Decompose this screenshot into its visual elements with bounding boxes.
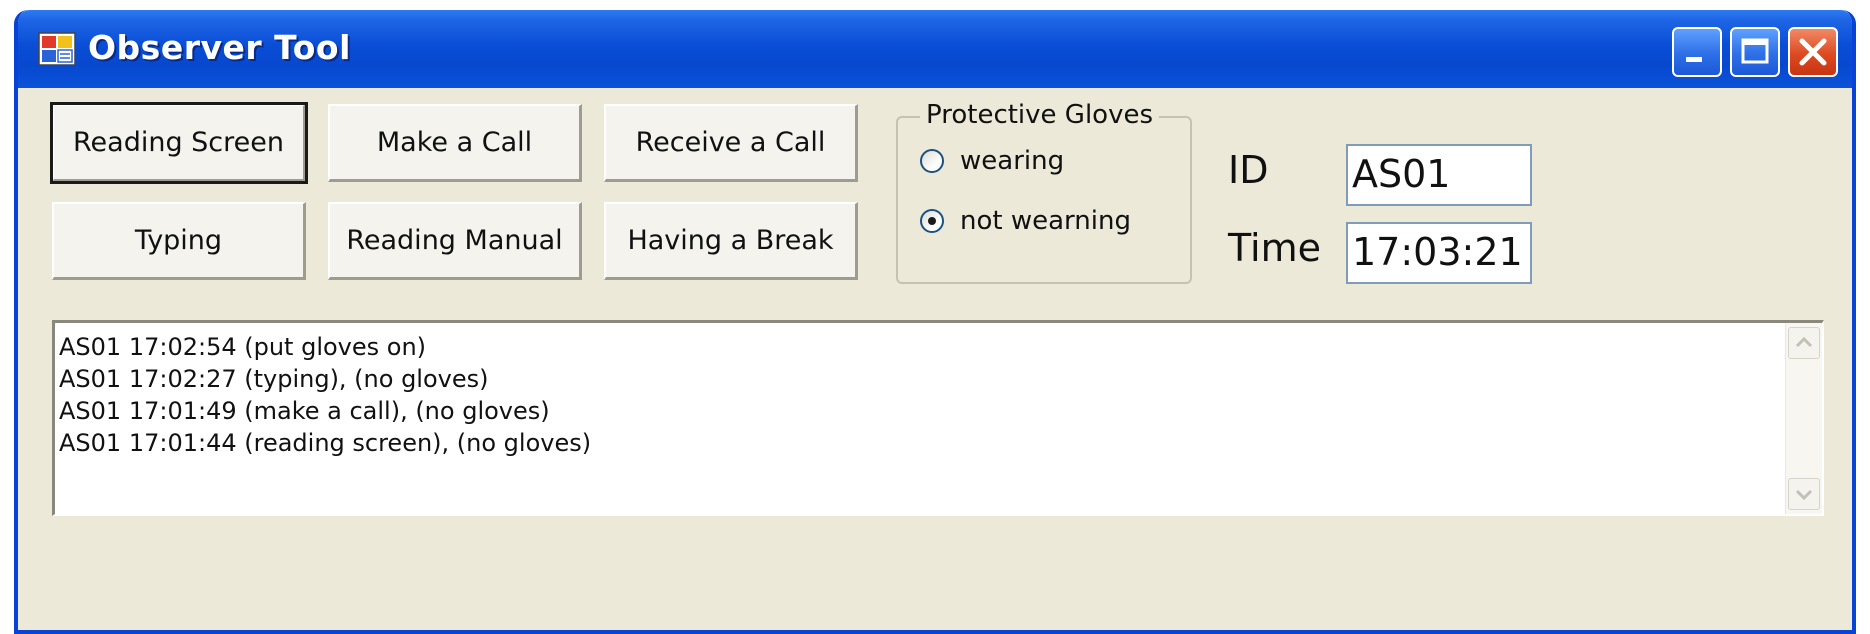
having-a-break-button[interactable]: Having a Break	[604, 202, 858, 280]
radio-label-wearing: wearing	[960, 146, 1065, 176]
app-icon	[38, 32, 76, 66]
observer-tool-window: Observer Tool Reading Screen Make a Call…	[14, 10, 1856, 634]
radio-wearing[interactable]: wearing	[920, 146, 1064, 176]
time-field[interactable]: 17:03:21	[1346, 222, 1532, 284]
maximize-icon	[1741, 38, 1769, 64]
id-field[interactable]: AS01	[1346, 144, 1532, 206]
chevron-down-icon	[1795, 489, 1813, 501]
scroll-up-button[interactable]	[1788, 327, 1820, 359]
group-legend: Protective Gloves	[920, 100, 1160, 130]
radio-selected-dot	[928, 217, 936, 225]
close-button[interactable]	[1788, 27, 1838, 77]
reading-manual-button[interactable]: Reading Manual	[328, 202, 582, 280]
maximize-button[interactable]	[1730, 27, 1780, 77]
receive-a-call-button[interactable]: Receive a Call	[604, 104, 858, 182]
log-textarea[interactable]: AS01 17:02:54 (put gloves on) AS01 17:02…	[52, 320, 1824, 516]
minimize-button[interactable]	[1672, 27, 1722, 77]
minimize-icon	[1686, 57, 1702, 62]
make-a-call-button[interactable]: Make a Call	[328, 104, 582, 182]
radio-button-unchecked[interactable]	[920, 149, 944, 173]
vertical-scrollbar[interactable]	[1785, 323, 1822, 514]
id-label: ID	[1228, 148, 1269, 192]
protective-gloves-group: Protective Gloves wearing not wearning	[896, 100, 1192, 284]
log-line: AS01 17:02:27 (typing), (no gloves)	[59, 365, 489, 393]
close-icon	[1799, 38, 1827, 66]
log-lines: AS01 17:02:54 (put gloves on) AS01 17:02…	[59, 331, 591, 459]
window-title: Observer Tool	[88, 28, 351, 67]
time-label: Time	[1228, 226, 1321, 270]
typing-button[interactable]: Typing	[52, 202, 306, 280]
log-line: AS01 17:01:49 (make a call), (no gloves)	[59, 397, 550, 425]
title-bar[interactable]: Observer Tool	[18, 10, 1852, 88]
log-line: AS01 17:02:54 (put gloves on)	[59, 333, 427, 361]
chevron-up-icon	[1795, 336, 1813, 348]
log-line: AS01 17:01:44 (reading screen), (no glov…	[59, 429, 592, 457]
radio-button-checked[interactable]	[920, 209, 944, 233]
radio-label-not-wearing: not wearning	[960, 206, 1131, 236]
reading-screen-button[interactable]: Reading Screen	[50, 102, 308, 184]
scroll-down-button[interactable]	[1788, 478, 1820, 510]
radio-not-wearing[interactable]: not wearning	[920, 206, 1131, 236]
